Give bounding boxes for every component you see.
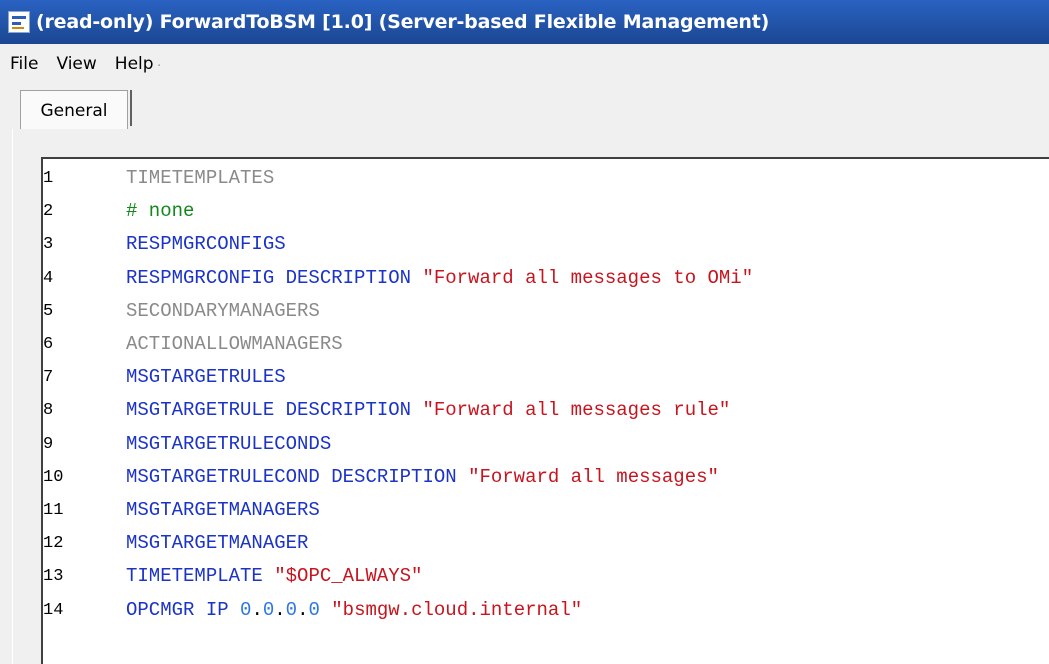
code-token: MSGTARGETRULECOND DESCRIPTION <box>126 465 469 488</box>
line-text: MSGTARGETMANAGERS <box>126 494 320 527</box>
line-text: # none <box>126 195 194 228</box>
menu-bar: File View Help · <box>0 44 1049 84</box>
code-line: 12 MSGTARGETMANAGER <box>43 527 1049 560</box>
code-line: 11 MSGTARGETMANAGERS <box>43 494 1049 527</box>
line-text: TIMETEMPLATE "$OPC_ALWAYS" <box>126 560 422 593</box>
code-line: 2 # none <box>43 195 1049 228</box>
policy-code-editor[interactable]: 1 TIMETEMPLATES 2 # none 3 RESPMGRCONFIGS 4 RES… <box>41 157 1049 664</box>
code-token: SECONDARYMANAGERS <box>126 299 320 322</box>
line-number: 13 <box>43 567 64 587</box>
code-token: . <box>297 598 309 621</box>
tab-general[interactable]: General <box>20 90 128 131</box>
menu-view[interactable]: View <box>47 54 105 74</box>
code-token: RESPMGRCONFIG DESCRIPTION <box>126 266 423 289</box>
code-token: # none <box>126 200 195 223</box>
line-text: OPCMGR IP 0.0.0.0 "bsmgw.cloud.internal" <box>126 594 582 627</box>
line-text: MSGTARGETRULECOND DESCRIPTION "Forward a… <box>126 461 719 494</box>
window-title: (read-only) ForwardToBSM [1.0] (Server-b… <box>36 11 770 33</box>
line-text: MSGTARGETRULES <box>126 361 286 394</box>
code-line: 9 MSGTARGETRULECONDS <box>43 428 1049 461</box>
line-text: RESPMGRCONFIGS <box>126 228 286 261</box>
code-token: "Forward all messages to OMi" <box>422 266 754 289</box>
code-line: 14 OPCMGR IP 0.0.0.0 "bsmgw.cloud.interna… <box>43 594 1049 627</box>
code-token: ACTIONALLOWMANAGERS <box>126 333 343 355</box>
line-number: 8 <box>43 401 54 421</box>
code-line: 7 MSGTARGETRULES <box>43 361 1049 394</box>
menu-separator: · <box>156 55 162 73</box>
line-text: MSGTARGETMANAGER <box>126 527 308 560</box>
policy-editor-icon <box>8 11 30 33</box>
line-number: 14 <box>43 600 64 620</box>
code-line: 8 MSGTARGETRULE DESCRIPTION "Forward all … <box>43 394 1049 427</box>
line-number: 7 <box>43 368 54 388</box>
code-token: 0 <box>262 598 275 621</box>
code-token: MSGTARGETRULES <box>126 366 286 389</box>
code-token: MSGTARGETMANAGERS <box>126 499 320 521</box>
code-token: MSGTARGETRULE DESCRIPTION <box>126 399 423 422</box>
code-line: 13 TIMETEMPLATE "$OPC_ALWAYS" <box>43 560 1049 593</box>
line-text: MSGTARGETRULECONDS <box>126 428 331 461</box>
code-token: "bsmgw.cloud.internal" <box>331 598 583 621</box>
tab-strip: General <box>12 86 1049 131</box>
code-token: MSGTARGETMANAGER <box>126 532 309 555</box>
line-number: 1 <box>43 169 54 188</box>
line-number: 4 <box>43 268 54 288</box>
line-number: 5 <box>43 301 54 321</box>
code-token: 0 <box>285 598 298 621</box>
line-number: 11 <box>43 501 64 520</box>
line-number: 12 <box>43 534 64 554</box>
title-bar[interactable]: (read-only) ForwardToBSM [1.0] (Server-b… <box>0 0 1049 44</box>
line-number: 3 <box>43 235 54 255</box>
code-token: OPCMGR IP <box>126 598 241 621</box>
code-token: RESPMGRCONFIGS <box>126 233 286 256</box>
tab-divider <box>130 90 132 126</box>
line-number: 6 <box>43 335 54 354</box>
code-token: 0 <box>240 598 252 621</box>
code-line: 10 MSGTARGETRULECOND DESCRIPTION "Forward… <box>43 461 1049 494</box>
code-token: . <box>274 598 286 621</box>
code-token: TIMETEMPLATE <box>126 565 275 588</box>
code-line: 6 ACTIONALLOWMANAGERS <box>43 328 1049 361</box>
code-line: 5 SECONDARYMANAGERS <box>43 295 1049 328</box>
menu-help[interactable]: Help <box>106 54 163 74</box>
line-text: MSGTARGETRULE DESCRIPTION "Forward all m… <box>126 394 730 427</box>
code-token: "Forward all messages rule" <box>422 399 731 422</box>
line-text: SECONDARYMANAGERS <box>126 295 320 328</box>
code-token: . <box>251 598 263 621</box>
code-token: "Forward all messages" <box>468 465 719 488</box>
line-text: TIMETEMPLATES <box>126 162 274 195</box>
code-token: MSGTARGETRULECONDS <box>126 432 332 455</box>
menu-file[interactable]: File <box>0 54 47 74</box>
code-line: 1 TIMETEMPLATES <box>43 162 1049 195</box>
line-number: 9 <box>43 434 54 454</box>
code-token: 0 <box>308 598 320 621</box>
line-text: RESPMGRCONFIG DESCRIPTION "Forward all m… <box>126 262 753 295</box>
code-line: 4 RESPMGRCONFIG DESCRIPTION "Forward all … <box>43 262 1049 295</box>
code-token: "$OPC_ALWAYS" <box>274 565 423 588</box>
line-number: 2 <box>43 202 54 222</box>
code-token: TIMETEMPLATES <box>126 167 275 189</box>
line-number: 10 <box>43 467 64 487</box>
code-line: 3 RESPMGRCONFIGS <box>43 228 1049 261</box>
line-text: ACTIONALLOWMANAGERS <box>126 328 343 361</box>
